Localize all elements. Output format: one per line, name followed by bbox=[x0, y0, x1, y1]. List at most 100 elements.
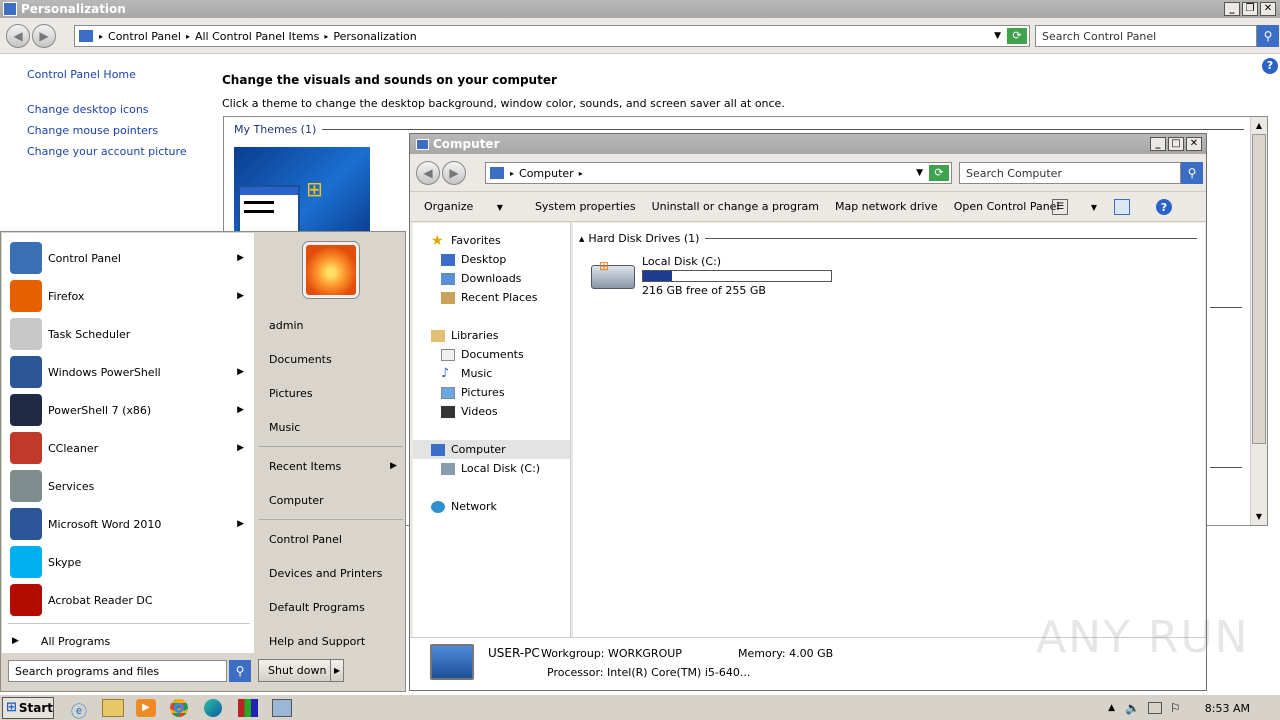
open-control-panel-button[interactable]: Open Control Panel bbox=[954, 200, 1060, 213]
restore-button[interactable]: ❐ bbox=[1242, 2, 1258, 16]
edge-icon[interactable] bbox=[204, 698, 222, 717]
chevron-down-icon[interactable]: ▼ bbox=[916, 168, 923, 178]
remote-app-icon[interactable] bbox=[272, 698, 292, 717]
refresh-icon[interactable]: ⟳ bbox=[929, 165, 949, 181]
help-icon[interactable]: ? bbox=[1156, 199, 1172, 215]
scroll-up-icon[interactable]: ▲ bbox=[1251, 117, 1267, 134]
search-input[interactable]: Search programs and files bbox=[15, 665, 159, 678]
search-control-panel[interactable]: Search Control Panel bbox=[1035, 25, 1257, 47]
organize-button[interactable]: Organize ▼ bbox=[424, 200, 519, 213]
help-icon[interactable]: ? bbox=[1262, 58, 1278, 74]
sidebar-control-panel-home[interactable]: Control Panel Home bbox=[27, 68, 207, 86]
menu-admin[interactable]: admin bbox=[257, 308, 405, 342]
uninstall-program-button[interactable]: Uninstall or change a program bbox=[652, 200, 819, 213]
sidebar-change-mouse-pointers[interactable]: Change mouse pointers bbox=[27, 124, 207, 145]
shutdown-options-arrow[interactable]: ▶ bbox=[330, 660, 343, 681]
preview-pane-icon[interactable] bbox=[1114, 199, 1130, 215]
collapse-icon[interactable]: ▲ bbox=[579, 235, 584, 243]
menu-music[interactable]: Music bbox=[257, 410, 405, 444]
forward-button[interactable]: ▶ bbox=[442, 160, 466, 185]
explorer-icon[interactable] bbox=[102, 698, 124, 717]
archive-icon[interactable] bbox=[238, 698, 258, 717]
close-button[interactable]: ✕ bbox=[1186, 137, 1202, 151]
chevron-right-icon[interactable]: ▶ bbox=[237, 291, 244, 301]
view-options-icon[interactable]: ☰ bbox=[1052, 199, 1068, 215]
all-programs[interactable]: ▶ All Programs bbox=[12, 631, 110, 651]
back-button[interactable]: ◀ bbox=[6, 23, 30, 48]
ie-icon[interactable]: ⓔ bbox=[68, 698, 90, 720]
nav-documents[interactable]: Documents bbox=[413, 345, 570, 364]
scroll-thumb[interactable] bbox=[1252, 134, 1266, 444]
start-item-acrobat-reader-dc[interactable]: Acrobat Reader DC bbox=[2, 581, 254, 619]
sidebar-change-desktop-icons[interactable]: Change desktop icons bbox=[27, 103, 207, 124]
nav-desktop[interactable]: Desktop bbox=[413, 250, 570, 269]
menu-devices-printers[interactable]: Devices and Printers bbox=[257, 556, 405, 590]
network-icon[interactable] bbox=[1148, 702, 1163, 714]
search-input[interactable]: Search Computer bbox=[966, 167, 1062, 180]
sidebar-change-account-picture[interactable]: Change your account picture bbox=[27, 145, 207, 166]
nav-computer[interactable]: Computer bbox=[413, 440, 570, 459]
start-item-services[interactable]: Services bbox=[2, 467, 254, 505]
breadcrumb-all-items[interactable]: All Control Panel Items bbox=[195, 30, 319, 43]
user-picture[interactable] bbox=[303, 242, 359, 298]
start-item-powershell-7-x86[interactable]: PowerShell 7 (x86) ▶ bbox=[2, 391, 254, 429]
shutdown-button[interactable]: Shut down ▶ bbox=[258, 659, 344, 682]
search-icon[interactable]: ⚲ bbox=[229, 660, 251, 682]
volume-icon[interactable]: 🔈 bbox=[1125, 701, 1140, 715]
start-item-skype[interactable]: Skype bbox=[2, 543, 254, 581]
theme-thumbnail[interactable]: ⊞ bbox=[234, 147, 370, 237]
map-network-drive-button[interactable]: Map network drive bbox=[835, 200, 938, 213]
menu-control-panel[interactable]: Control Panel bbox=[257, 522, 405, 556]
nav-pictures[interactable]: Pictures bbox=[413, 383, 570, 402]
themes-scrollbar[interactable]: ▲ ▼ bbox=[1250, 117, 1267, 525]
back-button[interactable]: ◀ bbox=[416, 160, 440, 185]
chevron-down-icon[interactable]: ▼ bbox=[1086, 199, 1102, 215]
nav-libraries[interactable]: Libraries bbox=[413, 326, 570, 345]
menu-default-programs[interactable]: Default Programs bbox=[257, 590, 405, 624]
chevron-right-icon[interactable]: ▶ bbox=[237, 443, 244, 453]
chevron-right-icon[interactable]: ▶ bbox=[237, 405, 244, 415]
search-icon[interactable]: ⚲ bbox=[1181, 162, 1203, 184]
nav-local-disk[interactable]: Local Disk (C:) bbox=[413, 459, 570, 478]
start-item-ccleaner[interactable]: CCleaner ▶ bbox=[2, 429, 254, 467]
nav-downloads[interactable]: Downloads bbox=[413, 269, 570, 288]
chevron-down-icon[interactable]: ▼ bbox=[994, 31, 1001, 41]
address-bar[interactable]: ▸ Computer ▸ ▼ ⟳ bbox=[485, 162, 952, 184]
media-player-icon[interactable]: ▶ bbox=[136, 698, 156, 717]
address-bar[interactable]: ▸ Control Panel ▸ All Control Panel Item… bbox=[74, 25, 1030, 47]
breadcrumb-control-panel[interactable]: Control Panel bbox=[108, 30, 181, 43]
nav-favorites[interactable]: ★ Favorites bbox=[413, 231, 570, 250]
scroll-down-icon[interactable]: ▼ bbox=[1251, 508, 1267, 525]
maximize-button[interactable]: □ bbox=[1168, 137, 1184, 151]
flag-icon[interactable]: ⚐ bbox=[1170, 701, 1181, 715]
start-item-task-scheduler[interactable]: Task Scheduler bbox=[2, 315, 254, 353]
clock[interactable]: 8:53 AM bbox=[1205, 702, 1250, 715]
system-properties-button[interactable]: System properties bbox=[535, 200, 636, 213]
tray-arrow-icon[interactable]: ▲ bbox=[1108, 703, 1115, 713]
menu-pictures[interactable]: Pictures bbox=[257, 376, 405, 410]
minimize-button[interactable]: _ bbox=[1150, 137, 1166, 151]
chevron-right-icon[interactable]: ▶ bbox=[237, 367, 244, 377]
start-item-windows-powershell[interactable]: Windows PowerShell ▶ bbox=[2, 353, 254, 391]
nav-videos[interactable]: Videos bbox=[413, 402, 570, 421]
menu-recent-items[interactable]: Recent Items ▶ bbox=[257, 449, 405, 483]
menu-computer[interactable]: Computer bbox=[257, 483, 405, 517]
chevron-right-icon[interactable]: ▶ bbox=[237, 519, 244, 529]
chevron-right-icon[interactable]: ▶ bbox=[237, 253, 244, 263]
start-item-control-panel[interactable]: Control Panel ▶ bbox=[2, 239, 254, 277]
start-item-microsoft-word-2010[interactable]: Microsoft Word 2010 ▶ bbox=[2, 505, 254, 543]
close-button[interactable]: ✕ bbox=[1260, 2, 1276, 16]
group-hard-disk-drives[interactable]: Hard Disk Drives (1) bbox=[588, 232, 699, 245]
start-button[interactable]: ⊞ Start bbox=[2, 696, 54, 719]
search-input[interactable]: Search Control Panel bbox=[1042, 30, 1156, 43]
search-computer[interactable]: Search Computer bbox=[959, 162, 1181, 184]
breadcrumb-personalization[interactable]: Personalization bbox=[333, 30, 416, 43]
start-item-firefox[interactable]: Firefox ▶ bbox=[2, 277, 254, 315]
nav-music[interactable]: ♪ Music bbox=[413, 364, 570, 383]
refresh-icon[interactable]: ⟳ bbox=[1007, 28, 1027, 44]
minimize-button[interactable]: _ bbox=[1224, 2, 1240, 16]
nav-recent-places[interactable]: Recent Places bbox=[413, 288, 570, 307]
menu-documents[interactable]: Documents bbox=[257, 342, 405, 376]
nav-network[interactable]: Network bbox=[413, 497, 570, 516]
menu-help-support[interactable]: Help and Support bbox=[257, 624, 405, 658]
